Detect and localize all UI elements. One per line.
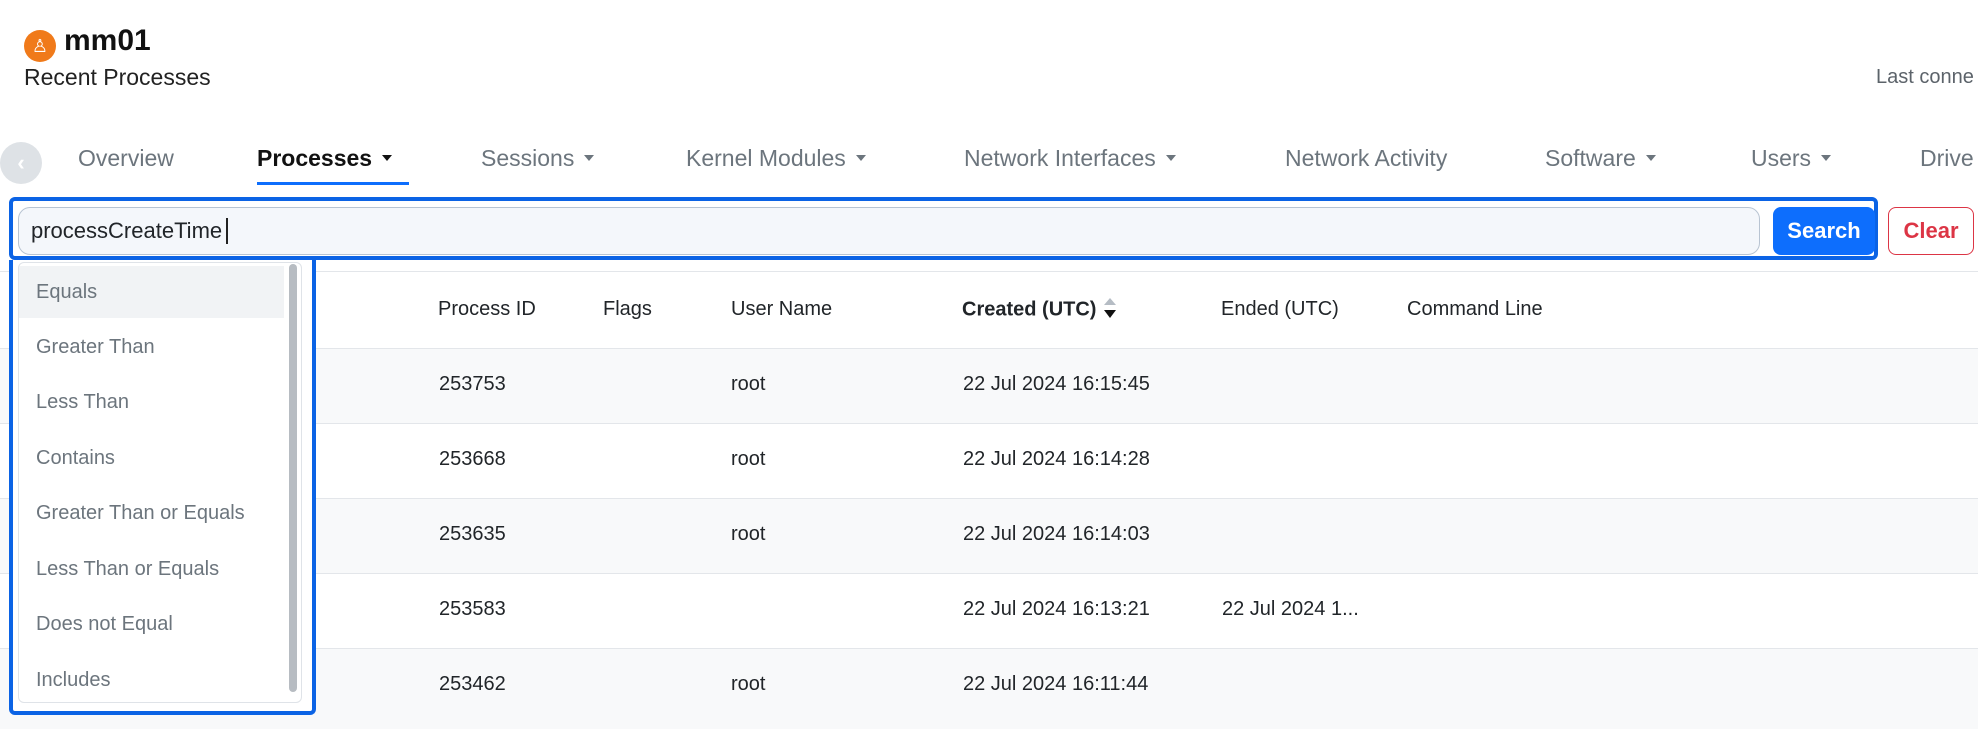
tab-label: Overview [78,144,174,171]
search-input-value: processCreateTime [31,218,223,243]
cell-process-id: 253635 [439,523,506,545]
operator-option-less-than-or-equals[interactable]: Less Than or Equals [19,543,284,595]
caret-down-icon [382,155,393,161]
caret-down-icon [1821,155,1832,161]
page-subtitle: Recent Processes [24,64,211,90]
cell-created: 22 Jul 2024 16:15:45 [963,373,1150,395]
tab-network-interfaces[interactable]: Network Interfaces [964,138,1176,178]
cell-process-id: 253668 [439,448,506,470]
tab-label: Drive [1920,144,1974,171]
operator-option-includes[interactable]: Includes [19,654,284,702]
caret-down-icon [855,155,866,161]
tab-label: Users [1751,144,1812,171]
tab-network-activity[interactable]: Network Activity [1285,138,1447,178]
cell-ended: 22 Jul 2024 1... [1222,598,1359,620]
search-button[interactable]: Search [1773,207,1875,255]
cell-process-id: 253462 [439,673,506,695]
column-header-process-id[interactable]: Process ID [438,298,536,321]
cell-created: 22 Jul 2024 16:13:21 [963,598,1150,620]
operator-option-equals[interactable]: Equals [19,266,284,318]
column-header-user-name[interactable]: User Name [731,298,832,321]
cell-user-name: root [731,673,766,695]
caret-down-icon [1645,155,1656,161]
column-header-label: Created (UTC) [962,298,1097,321]
cell-created: 22 Jul 2024 16:14:28 [963,448,1150,470]
sort-descending-icon [1104,298,1117,322]
tab-label: Sessions [481,144,575,171]
dropdown-scrollbar[interactable] [289,264,297,692]
clear-button[interactable]: Clear [1888,207,1974,255]
text-cursor [226,218,229,244]
cell-user-name: root [731,448,766,470]
tab-label: Network Interfaces [964,144,1156,171]
column-header-command-line[interactable]: Command Line [1407,298,1543,321]
tab-label: Processes [257,144,373,171]
operator-option-does-not-equal[interactable]: Does not Equal [19,598,284,650]
tab-users[interactable]: Users [1751,138,1832,178]
cell-created: 22 Jul 2024 16:11:44 [963,673,1149,695]
host-name: mm01 [64,24,151,57]
caret-down-icon [1165,155,1176,161]
operator-option-greater-than-or-equals[interactable]: Greater Than or Equals [19,487,284,539]
penguin-icon: ♙ [24,30,56,62]
tab-label: Network Activity [1285,144,1448,171]
operator-option-contains[interactable]: Contains [19,432,284,484]
search-input[interactable]: processCreateTime [18,207,1760,255]
cell-user-name: root [731,373,766,395]
tab-software[interactable]: Software [1545,138,1656,178]
tab-drive[interactable]: Drive [1920,138,1974,178]
tab-overview[interactable]: Overview [78,138,174,178]
tab-label: Kernel Modules [686,144,846,171]
tab-processes[interactable]: Processes [257,138,393,178]
caret-down-icon [584,155,595,161]
cell-created: 22 Jul 2024 16:14:03 [963,523,1150,545]
column-header-ended[interactable]: Ended (UTC) [1221,298,1339,321]
tab-bar: Overview Processes Sessions Kernel Modul… [0,128,1978,188]
active-tab-indicator [257,182,409,185]
cell-process-id: 253583 [439,598,506,620]
tab-sessions[interactable]: Sessions [481,138,595,178]
column-header-created[interactable]: Created (UTC) [962,298,1117,322]
cell-user-name: root [731,523,766,545]
last-connected-text: Last conne [1876,66,1974,88]
operator-option-greater-than[interactable]: Greater Than [19,321,284,373]
tab-kernel-modules[interactable]: Kernel Modules [686,138,866,178]
cell-process-id: 253753 [439,373,506,395]
column-header-flags[interactable]: Flags [603,298,652,321]
tab-label: Software [1545,144,1636,171]
operator-dropdown: Equals Greater Than Less Than Contains G… [18,262,302,703]
operator-option-less-than[interactable]: Less Than [19,376,284,428]
